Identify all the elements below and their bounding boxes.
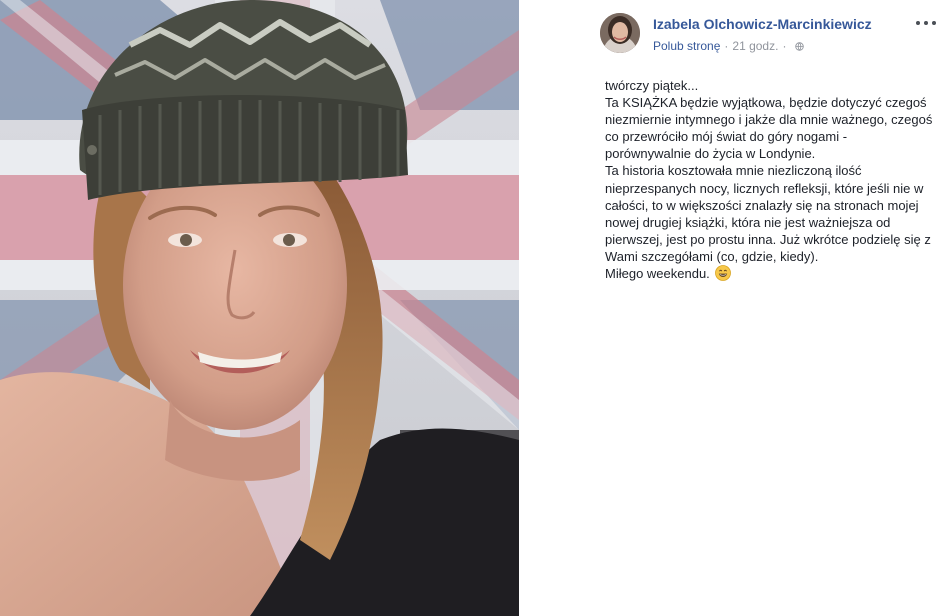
more-dot	[916, 21, 920, 25]
meta-separator: ·	[724, 39, 729, 53]
like-page-link[interactable]: Polub stronę	[653, 38, 720, 54]
post-text: twórczy piątek... Ta KSIĄŻKA będzie wyją…	[605, 77, 935, 282]
post-header: Izabela Olchowicz-Marcinkiewicz Polub st…	[600, 13, 935, 55]
post-line-last: Miłego weekendu.	[605, 265, 935, 282]
post-side-panel: Izabela Olchowicz-Marcinkiewicz Polub st…	[519, 0, 946, 616]
avatar-photo	[600, 13, 640, 53]
post-timestamp[interactable]: 21 godz.	[732, 38, 778, 54]
post-line: Miłego weekendu.	[605, 266, 710, 282]
meta-separator: ·	[782, 39, 787, 53]
post-line: Ta historia kosztowała mnie niezliczoną …	[605, 163, 931, 264]
author-avatar[interactable]	[600, 13, 640, 53]
post-line: twórczy piątek...	[605, 78, 699, 93]
post-photo[interactable]	[0, 0, 519, 616]
more-dot	[932, 21, 936, 25]
post-line: Ta KSIĄŻKA będzie wyjątkowa, będzie doty…	[605, 95, 933, 162]
globe-icon[interactable]	[795, 41, 805, 51]
photo-viewer: Izabela Olchowicz-Marcinkiewicz Polub st…	[0, 0, 946, 616]
post-header-text: Izabela Olchowicz-Marcinkiewicz Polub st…	[653, 15, 872, 54]
grinning-face-emoji-icon	[715, 265, 732, 281]
selfie-photo	[0, 0, 519, 616]
author-name-link[interactable]: Izabela Olchowicz-Marcinkiewicz	[653, 15, 872, 33]
more-dot	[924, 21, 928, 25]
post-meta: Polub stronę · 21 godz. ·	[653, 38, 872, 54]
more-options-icon[interactable]	[916, 18, 936, 28]
